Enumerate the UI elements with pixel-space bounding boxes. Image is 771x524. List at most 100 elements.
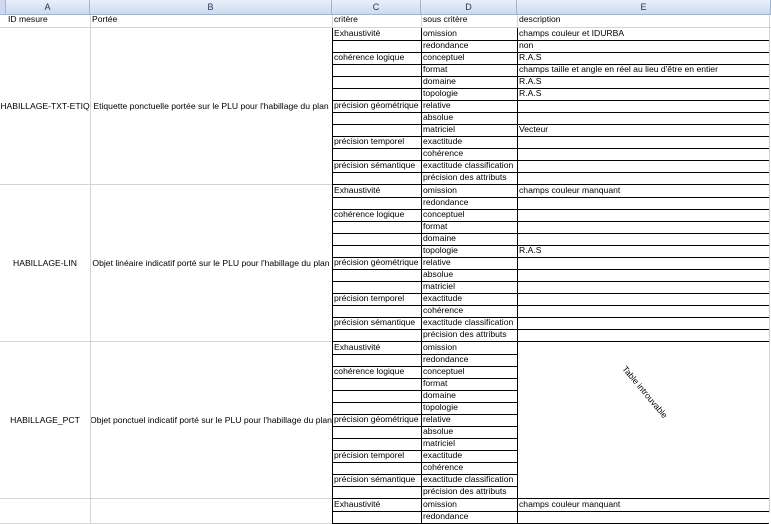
critere-cell[interactable]: précision sémantique	[332, 160, 421, 172]
critere-cell[interactable]: Exhaustivité	[332, 185, 421, 197]
header-cell-portee[interactable]: Portée	[90, 14, 332, 27]
sous-critere-cell[interactable]: matriciel	[421, 281, 517, 293]
description-cell[interactable]	[517, 112, 771, 124]
critere-cell[interactable]	[332, 64, 421, 76]
sous-critere-cell[interactable]: omission	[421, 499, 517, 511]
critere-cell[interactable]	[332, 88, 421, 100]
critere-cell[interactable]: Exhaustivité	[332, 28, 421, 40]
sous-critere-cell[interactable]: précision des attributs	[421, 486, 517, 498]
sous-critere-cell[interactable]: exactitude classification	[421, 317, 517, 329]
sous-critere-cell[interactable]: matriciel	[421, 124, 517, 136]
sous-critere-cell[interactable]: format	[421, 64, 517, 76]
header-cell-description[interactable]: description	[517, 14, 771, 27]
sous-critere-cell[interactable]: exactitude classification	[421, 474, 517, 486]
column-header-c[interactable]: C	[332, 0, 421, 14]
sous-critere-cell[interactable]: absolue	[421, 269, 517, 281]
critere-cell[interactable]	[332, 269, 421, 281]
sous-critere-cell[interactable]: relative	[421, 100, 517, 112]
header-cell-critere[interactable]: critère	[332, 14, 421, 27]
sous-critere-cell[interactable]: omission	[421, 28, 517, 40]
description-cell[interactable]	[517, 257, 771, 269]
sous-critere-cell[interactable]: conceptuel	[421, 366, 517, 378]
critere-cell[interactable]	[332, 486, 421, 498]
description-cell[interactable]: champs taille et angle en réel au lieu d…	[517, 64, 771, 76]
critere-cell[interactable]: précision géométrique	[332, 100, 421, 112]
description-cell[interactable]	[517, 209, 771, 221]
critere-cell[interactable]	[332, 390, 421, 402]
portee-cell[interactable]: Etiquette ponctuelle portée sur le PLU p…	[90, 28, 332, 184]
critere-cell[interactable]: cohérence logique	[332, 52, 421, 64]
critere-cell[interactable]	[332, 378, 421, 390]
sous-critere-cell[interactable]: absolue	[421, 112, 517, 124]
sous-critere-cell[interactable]: cohérence	[421, 148, 517, 160]
column-header-e[interactable]: E	[517, 0, 771, 14]
description-cell[interactable]	[517, 317, 771, 329]
description-cell[interactable]	[517, 100, 771, 112]
sous-critere-cell[interactable]: exactitude	[421, 136, 517, 148]
description-cell[interactable]	[517, 329, 771, 341]
critere-cell[interactable]	[332, 426, 421, 438]
sous-critere-cell[interactable]: exactitude	[421, 293, 517, 305]
header-cell-sous-critere[interactable]: sous critère	[421, 14, 517, 27]
critere-cell[interactable]: précision géométrique	[332, 414, 421, 426]
description-cell[interactable]	[517, 221, 771, 233]
critere-cell[interactable]	[332, 402, 421, 414]
sous-critere-cell[interactable]: cohérence	[421, 462, 517, 474]
sous-critere-cell[interactable]: conceptuel	[421, 209, 517, 221]
critere-cell[interactable]	[332, 124, 421, 136]
description-merged-cell[interactable]	[517, 342, 771, 498]
critere-cell[interactable]	[332, 305, 421, 317]
critere-cell[interactable]: précision sémantique	[332, 317, 421, 329]
description-cell[interactable]: champs couleur et IDURBA	[517, 28, 771, 40]
spreadsheet-grid[interactable]: ID mesure Portée critère sous critère descri…	[0, 0, 771, 524]
critere-cell[interactable]: précision sémantique	[332, 474, 421, 486]
sous-critere-cell[interactable]: format	[421, 378, 517, 390]
critere-cell[interactable]	[332, 354, 421, 366]
sous-critere-cell[interactable]: omission	[421, 342, 517, 354]
critere-cell[interactable]	[332, 245, 421, 257]
sous-critere-cell[interactable]: redondance	[421, 354, 517, 366]
sous-critere-cell[interactable]: exactitude	[421, 450, 517, 462]
critere-cell[interactable]: cohérence logique	[332, 209, 421, 221]
critere-cell[interactable]: précision temporel	[332, 293, 421, 305]
critere-cell[interactable]: précision temporel	[332, 136, 421, 148]
portee-cell[interactable]	[90, 499, 332, 523]
description-cell[interactable]: R.A.S	[517, 52, 771, 64]
sous-critere-cell[interactable]: domaine	[421, 390, 517, 402]
description-cell[interactable]: champs couleur manquant	[517, 499, 771, 511]
measure-id-cell[interactable]: HABILLAGE_PCT	[0, 342, 90, 498]
critere-cell[interactable]	[332, 112, 421, 124]
critere-cell[interactable]	[332, 172, 421, 184]
critere-cell[interactable]: précision géométrique	[332, 257, 421, 269]
sous-critere-cell[interactable]: redondance	[421, 197, 517, 209]
description-cell[interactable]	[517, 293, 771, 305]
description-cell[interactable]	[517, 269, 771, 281]
sous-critere-cell[interactable]: exactitude classification	[421, 160, 517, 172]
sous-critere-cell[interactable]: topologie	[421, 402, 517, 414]
critere-cell[interactable]: Exhaustivité	[332, 342, 421, 354]
description-cell[interactable]: Vecteur	[517, 124, 771, 136]
critere-cell[interactable]	[332, 438, 421, 450]
column-header-b[interactable]: B	[90, 0, 332, 14]
column-header-a[interactable]: A	[6, 0, 90, 14]
sous-critere-cell[interactable]: topologie	[421, 245, 517, 257]
sous-critere-cell[interactable]: format	[421, 221, 517, 233]
description-cell[interactable]	[517, 197, 771, 209]
critere-cell[interactable]: précision temporel	[332, 450, 421, 462]
critere-cell[interactable]	[332, 462, 421, 474]
column-header-d[interactable]: D	[421, 0, 517, 14]
description-cell[interactable]	[517, 233, 771, 245]
sous-critere-cell[interactable]: domaine	[421, 76, 517, 88]
critere-cell[interactable]	[332, 233, 421, 245]
measure-id-cell[interactable]	[0, 499, 90, 523]
sous-critere-cell[interactable]: relative	[421, 414, 517, 426]
critere-cell[interactable]	[332, 329, 421, 341]
sous-critere-cell[interactable]: conceptuel	[421, 52, 517, 64]
sous-critere-cell[interactable]: matriciel	[421, 438, 517, 450]
description-cell[interactable]: non	[517, 40, 771, 52]
critere-cell[interactable]	[332, 40, 421, 52]
critere-cell[interactable]	[332, 76, 421, 88]
critere-cell[interactable]: Exhaustivité	[332, 499, 421, 511]
sous-critere-cell[interactable]: topologie	[421, 88, 517, 100]
critere-cell[interactable]	[332, 148, 421, 160]
